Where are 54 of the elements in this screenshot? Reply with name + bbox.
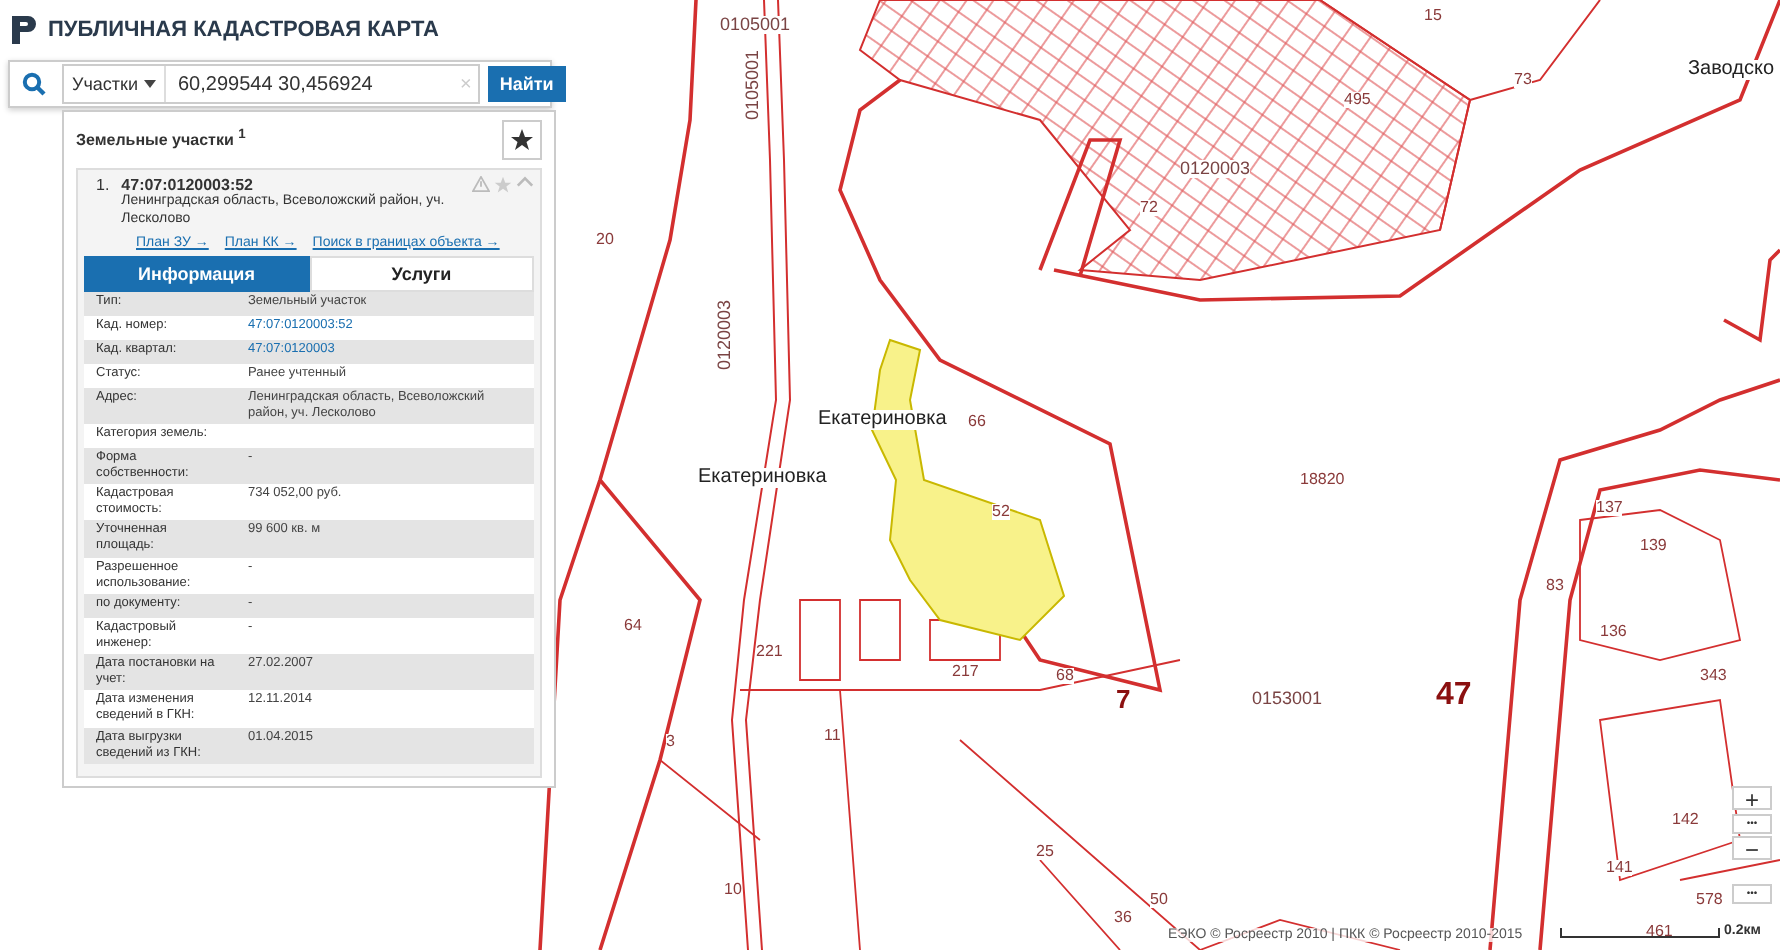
map-label: 72 [1140,200,1158,216]
star-icon[interactable] [494,176,512,194]
map-label: 68 [1056,668,1074,684]
map-label: Екатериновка [816,410,949,430]
caret-icon [144,80,156,88]
map-label: 137 [1596,500,1623,516]
scale-bar-icon [1560,928,1720,938]
warning-icon[interactable] [472,176,490,192]
map-label: 50 [1150,892,1168,908]
zoom-control[interactable]: − [1732,836,1772,860]
map-label: 15 [1424,8,1442,24]
info-tab[interactable]: Услуги [309,255,534,291]
map-label: 47 [1436,680,1472,712]
map-label: 20 [596,232,614,248]
map-label: 221 [756,644,783,660]
map-label: 0153001 [1252,690,1323,708]
search-field[interactable]: Участки 60,299544 30,456924 × [62,64,480,104]
map-label: 0105001 [720,16,791,34]
map-label: 52 [992,504,1010,520]
map-label: 83 [1546,578,1564,594]
map-label: 136 [1600,624,1627,640]
map-label: 578 [1696,892,1723,908]
find-button[interactable]: Найти [487,66,566,102]
map-label: Екатериновка [696,468,829,488]
map-label: 0105001 [744,49,762,120]
map-label: 66 [968,414,986,430]
info-tab[interactable]: Информация [84,255,309,291]
map-label: 217 [952,664,979,680]
cadastral-number: 47:07:0120003:52 [121,176,254,194]
map-label: 73 [1514,72,1532,88]
favorites-button[interactable] [502,120,542,160]
map-label: 25 [1036,844,1054,860]
star-icon [510,128,534,152]
map-label: 3 [666,734,675,750]
map-label: 18820 [1300,472,1345,488]
map-label: 64 [624,618,642,634]
map-label: 0120003 [716,299,734,370]
map-label: 141 [1606,860,1633,876]
map-label: 139 [1640,538,1667,554]
map-label: Заводско [1686,60,1777,80]
map-label: 10 [724,882,742,898]
result-index: 1. [94,176,110,198]
map-label: 0120003 [1180,160,1251,178]
map-label: 343 [1700,668,1727,684]
caret-icon[interactable] [516,176,534,188]
map-label: 36 [1114,910,1132,926]
map-label: 495 [1344,92,1371,108]
app-title: ПУБЛИЧНАЯ КАДАСТРОВАЯ КАРТА [48,18,439,42]
map-label: 142 [1672,812,1699,828]
logo-icon [12,16,36,44]
map-label: 7 [1116,686,1131,712]
results-title: Земельные участки $^{1}$ [76,126,246,150]
zoom-control[interactable]: + [1732,786,1772,810]
map-label: 11 [824,728,841,744]
